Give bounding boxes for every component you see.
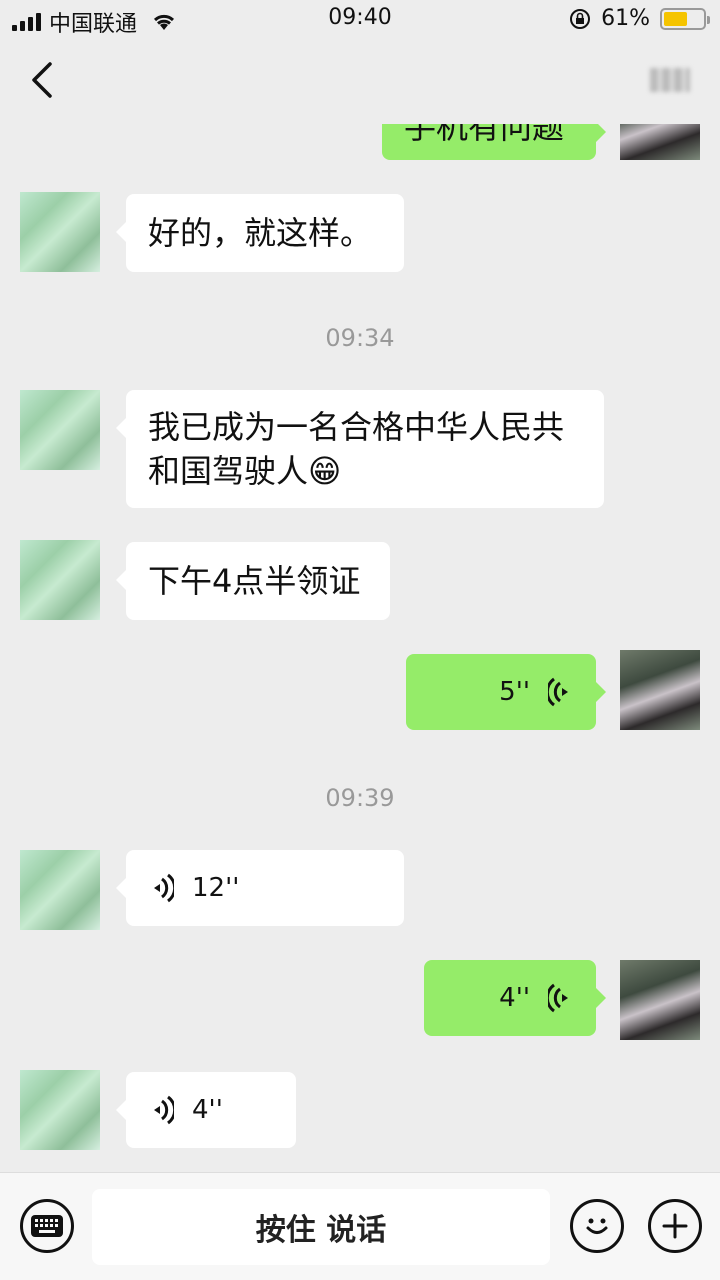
voice-message-incoming[interactable]: 4'' [116, 1072, 296, 1148]
voice-duration: 4'' [499, 983, 530, 1013]
plus-icon[interactable] [648, 1199, 702, 1253]
status-right: 61% [569, 6, 710, 31]
my-avatar[interactable] [620, 124, 700, 160]
battery-percent: 61% [601, 6, 650, 31]
voice-duration: 4'' [192, 1095, 223, 1125]
contact-avatar[interactable] [20, 192, 100, 272]
timestamp: 09:34 [325, 324, 395, 352]
battery-icon [660, 7, 710, 30]
message-text: 手机有问题 [404, 124, 565, 146]
message-bubble-incoming[interactable]: 我已成为一名合格中华人民共 和国驾驶人😁 [116, 390, 604, 508]
voice-wave-icon [154, 1095, 174, 1125]
nav-bar [0, 40, 720, 124]
message-bubble-incoming[interactable]: 下午4点半领证 [116, 542, 390, 620]
contact-avatar[interactable] [20, 540, 100, 620]
voice-message-incoming[interactable]: 12'' [116, 850, 404, 926]
message-text: 下午4点半领证 [148, 562, 361, 600]
more-icon[interactable] [650, 68, 690, 92]
contact-avatar[interactable] [20, 1070, 100, 1150]
voice-wave-icon [548, 983, 568, 1013]
voice-duration: 12'' [192, 873, 240, 903]
my-avatar[interactable] [620, 650, 700, 730]
timestamp: 09:39 [325, 784, 395, 812]
voice-wave-icon [154, 873, 174, 903]
voice-duration: 5'' [499, 677, 530, 707]
message-text-line: 和国驾驶人😁 [148, 452, 342, 490]
input-bar: 按住 说话 [0, 1172, 720, 1280]
message-text-line: 我已成为一名合格中华人民共 [148, 408, 565, 446]
status-bar: 中国联通 09:40 61% [0, 0, 720, 40]
chevron-left-icon[interactable] [24, 58, 64, 102]
chat-area[interactable]: 手机有问题 好的，就这样。 09:34 我已成为一名合格中华人民共 和国驾驶人😁… [0, 124, 720, 1174]
message-bubble-incoming[interactable]: 好的，就这样。 [116, 194, 404, 272]
keyboard-icon[interactable] [20, 1199, 74, 1253]
hold-to-talk-button[interactable]: 按住 说话 [92, 1189, 550, 1265]
message-text: 好的，就这样。 [148, 214, 373, 252]
voice-message-outgoing[interactable]: 4'' [424, 960, 606, 1036]
voice-wave-icon [548, 677, 568, 707]
contact-avatar[interactable] [20, 390, 100, 470]
message-bubble-outgoing[interactable]: 手机有问题 [382, 124, 606, 160]
emoji-icon[interactable] [570, 1199, 624, 1253]
rotation-lock-icon [570, 8, 591, 29]
contact-avatar[interactable] [20, 850, 100, 930]
voice-message-outgoing[interactable]: 5'' [406, 654, 606, 730]
my-avatar[interactable] [620, 960, 700, 1040]
